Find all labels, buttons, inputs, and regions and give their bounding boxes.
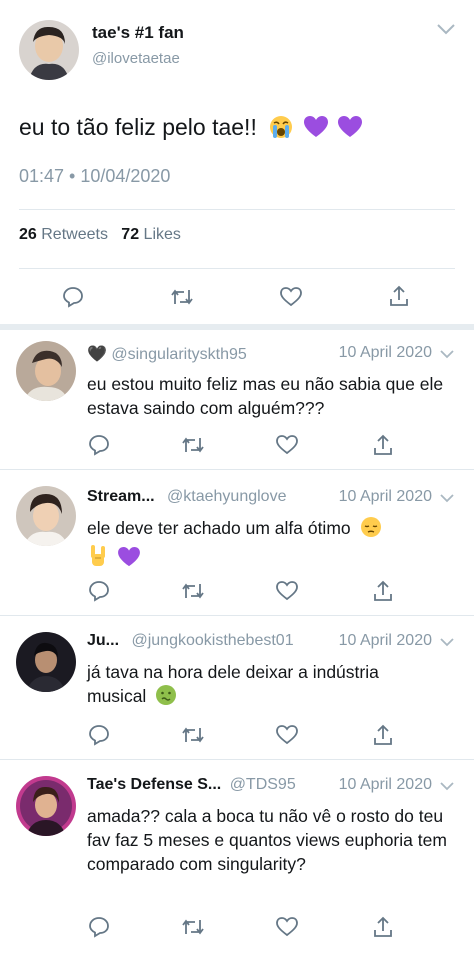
reply-tweet[interactable]: Ju... @jungkookisthebest01 10 April 2020…: [0, 616, 474, 760]
reply-actions: [0, 580, 474, 606]
reply-handle[interactable]: @TDS95: [230, 776, 296, 793]
reply-handle[interactable]: @jungkookisthebest01: [131, 632, 293, 649]
retweet-icon[interactable]: [181, 725, 205, 745]
reply-handle[interactable]: @singularityskth95: [111, 346, 246, 363]
main-tweet-handle[interactable]: @ilovetaetae: [92, 50, 180, 67]
reply-text-content: já tava na hora dele deixar a indústria …: [87, 662, 379, 706]
reply-avatar[interactable]: [16, 341, 76, 401]
reply-date: 10 April 2020: [338, 488, 432, 505]
nauseated-face-emoji: [155, 684, 177, 712]
reply-text: amada?? cala a boca tu não vê o rosto do…: [87, 806, 447, 874]
like-icon[interactable]: [276, 435, 298, 455]
reply-icon[interactable]: [62, 286, 84, 308]
reply-display-name[interactable]: Stream...: [87, 488, 155, 505]
pensive-face-emoji: [360, 516, 382, 544]
main-tweet: tae's #1 fan @ilovetaetae eu to tão feli…: [0, 0, 474, 324]
reply-avatar[interactable]: [16, 776, 76, 836]
reply-tweet[interactable]: Tae's Defense S... @TDS95 10 April 2020 …: [0, 760, 474, 954]
share-icon[interactable]: [373, 724, 393, 746]
reply-header: Stream... @ktaehyunglove: [87, 488, 286, 506]
retweet-icon[interactable]: [170, 287, 194, 307]
chevron-down-icon[interactable]: [440, 493, 454, 503]
reply-date: 10 April 2020: [338, 776, 432, 793]
divider: [19, 209, 455, 210]
reply-display-name[interactable]: 🖤: [87, 346, 107, 363]
share-icon[interactable]: [373, 580, 393, 602]
reply-header: 🖤 @singularityskth95: [87, 344, 247, 364]
retweets-label[interactable]: Retweets: [41, 226, 108, 243]
retweet-icon[interactable]: [181, 917, 205, 937]
reply-header: Ju... @jungkookisthebest01: [87, 632, 294, 650]
reply-tweet[interactable]: Stream... @ktaehyunglove 10 April 2020 e…: [0, 470, 474, 616]
chevron-down-icon[interactable]: [440, 349, 454, 359]
loudly-crying-face-emoji: [269, 115, 293, 145]
share-icon[interactable]: [373, 916, 393, 938]
reply-text: ele deve ter achado um alfa ótimo: [87, 516, 457, 574]
purple-heart-emoji: [338, 116, 362, 138]
chevron-down-icon[interactable]: [440, 637, 454, 647]
reply-actions: [0, 724, 474, 750]
reply-display-name[interactable]: Tae's Defense S...: [87, 776, 221, 793]
likes-label[interactable]: Likes: [144, 226, 181, 243]
divider: [19, 268, 455, 269]
retweets-count[interactable]: 26: [19, 226, 37, 243]
like-icon[interactable]: [280, 287, 302, 307]
share-icon[interactable]: [389, 285, 409, 307]
reply-handle[interactable]: @ktaehyunglove: [167, 488, 286, 505]
reply-date: 10 April 2020: [338, 344, 432, 361]
reply-actions: [0, 434, 474, 460]
like-icon[interactable]: [276, 917, 298, 937]
reply-icon[interactable]: [88, 724, 110, 746]
reply-actions: [0, 916, 474, 942]
like-icon[interactable]: [276, 581, 298, 601]
main-tweet-timestamp: 01:47 • 10/04/2020: [19, 166, 171, 186]
reply-text: eu estou muito feliz mas eu não sabia qu…: [87, 374, 444, 418]
main-tweet-avatar[interactable]: [19, 20, 79, 80]
purple-heart-emoji: [303, 116, 328, 138]
reply-display-name[interactable]: Ju...: [87, 632, 119, 649]
main-tweet-text: eu to tão feliz pelo tae!!: [19, 114, 362, 145]
reply-date: 10 April 2020: [338, 632, 432, 649]
reply-avatar[interactable]: [16, 632, 76, 692]
sign-of-horns-emoji: [87, 544, 109, 574]
retweet-icon[interactable]: [181, 435, 205, 455]
reply-icon[interactable]: [88, 916, 110, 938]
purple-heart-emoji: [117, 547, 140, 567]
share-icon[interactable]: [373, 434, 393, 456]
chevron-down-icon[interactable]: [436, 22, 456, 36]
main-tweet-display-name[interactable]: tae's #1 fan: [92, 23, 184, 43]
reply-avatar[interactable]: [16, 486, 76, 546]
reply-icon[interactable]: [88, 580, 110, 602]
reply-header: Tae's Defense S... @TDS95: [87, 776, 296, 794]
reply-text: já tava na hora dele deixar a indústria …: [87, 660, 437, 712]
main-tweet-stats: 26 Retweets 72 Likes: [19, 226, 181, 244]
main-tweet-actions: [0, 280, 474, 310]
retweet-icon[interactable]: [181, 581, 205, 601]
like-icon[interactable]: [276, 725, 298, 745]
chevron-down-icon[interactable]: [440, 781, 454, 791]
reply-tweet[interactable]: 🖤 @singularityskth95 10 April 2020 eu es…: [0, 330, 474, 470]
main-tweet-text-content: eu to tão feliz pelo tae!!: [19, 114, 257, 140]
likes-count[interactable]: 72: [121, 226, 139, 243]
reply-text-content: ele deve ter achado um alfa ótimo: [87, 518, 351, 538]
reply-icon[interactable]: [88, 434, 110, 456]
